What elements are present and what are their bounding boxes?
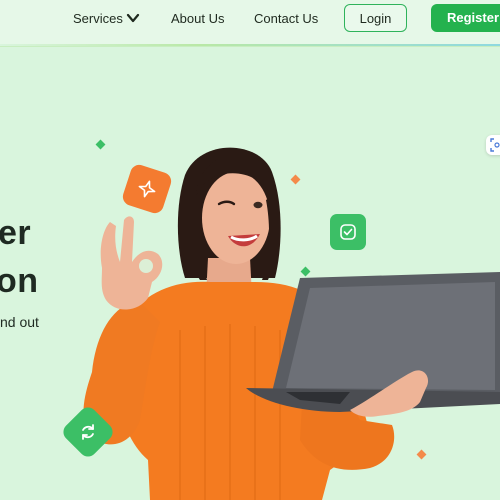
check-badge <box>330 214 366 250</box>
check-box-icon <box>340 224 356 240</box>
scan-icon[interactable] <box>486 135 500 155</box>
sync-icon <box>82 424 94 440</box>
sparkle-icon <box>138 180 156 198</box>
